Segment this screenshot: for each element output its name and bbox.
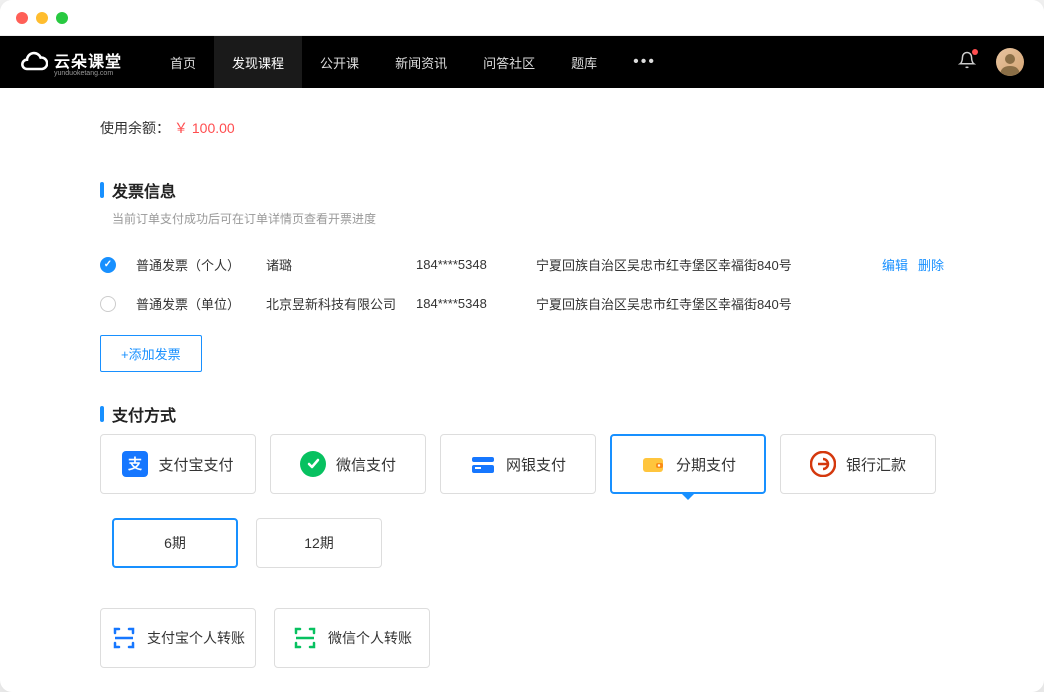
payment-option[interactable]: 支支付宝支付	[100, 434, 256, 494]
notification-bell[interactable]	[958, 51, 976, 74]
balance-value: ￥ 100.00	[174, 118, 235, 138]
payment-label: 微信支付	[336, 454, 396, 475]
payment-label: 银行汇款	[846, 454, 906, 475]
invoice-row: 普通发票（单位） 北京昱新科技有限公司 184****5348 宁夏回族自治区吴…	[100, 284, 944, 323]
payment-section: 支付方式 支支付宝支付 微信支付 网银支付 分期支付 银行汇款 6期 12期 支付宝个人转…	[100, 402, 944, 668]
payment-option[interactable]: 网银支付	[440, 434, 596, 494]
transfer-options: 支付宝个人转账 微信个人转账	[100, 608, 944, 668]
avatar[interactable]	[996, 48, 1024, 76]
header: 云朵课堂 yunduoketang.com 首页发现课程公开课新闻资讯问答社区题…	[0, 36, 1044, 88]
transfer-option[interactable]: 支付宝个人转账	[100, 608, 256, 668]
transfer-label: 支付宝个人转账	[147, 628, 245, 648]
transfer-option[interactable]: 微信个人转账	[274, 608, 430, 668]
term-option[interactable]: 12期	[256, 518, 382, 568]
invoice-radio[interactable]	[100, 257, 116, 273]
balance-row: 使用余额： ￥ 100.00	[100, 118, 944, 138]
bank-icon	[470, 451, 496, 477]
logo[interactable]: 云朵课堂 yunduoketang.com	[20, 48, 122, 77]
invoice-address: 宁夏回族自治区吴忠市红寺堡区幸福街840号	[536, 294, 944, 313]
payment-option[interactable]: 微信支付	[270, 434, 426, 494]
svg-text:支: 支	[127, 456, 143, 472]
logo-subtitle: yunduoketang.com	[54, 70, 122, 77]
avatar-icon	[996, 48, 1024, 76]
nav-more[interactable]: •••	[615, 53, 674, 71]
notification-dot	[972, 49, 978, 55]
invoice-edit[interactable]: 编辑	[882, 255, 908, 274]
bankwire-icon	[810, 451, 836, 477]
content: 使用余额： ￥ 100.00 发票信息 当前订单支付成功后可在订单详情页查看开票…	[0, 88, 1044, 692]
invoice-delete[interactable]: 删除	[918, 255, 944, 274]
window-minimize[interactable]	[36, 12, 48, 24]
nav-item[interactable]: 问答社区	[465, 36, 553, 88]
nav-item[interactable]: 首页	[152, 36, 214, 88]
payment-option[interactable]: 银行汇款	[780, 434, 936, 494]
invoice-name: 诸璐	[266, 255, 396, 274]
wallet-icon	[640, 451, 666, 477]
invoice-phone: 184****5348	[416, 257, 516, 272]
invoice-radio[interactable]	[100, 296, 116, 312]
nav: 首页发现课程公开课新闻资讯问答社区题库	[152, 36, 615, 88]
nav-item[interactable]: 新闻资讯	[377, 36, 465, 88]
payment-label: 支付宝支付	[158, 454, 233, 475]
titlebar	[0, 0, 1044, 36]
invoice-title: 发票信息	[100, 178, 944, 202]
invoice-name: 北京昱新科技有限公司	[266, 294, 396, 313]
logo-text: 云朵课堂	[54, 48, 122, 72]
wechat-icon	[300, 451, 326, 477]
invoice-phone: 184****5348	[416, 296, 516, 311]
invoice-type: 普通发票（个人）	[136, 255, 246, 274]
invoice-address: 宁夏回族自治区吴忠市红寺堡区幸福街840号	[536, 255, 862, 274]
payment-label: 网银支付	[506, 454, 566, 475]
term-option[interactable]: 6期	[112, 518, 238, 568]
invoice-subtitle: 当前订单支付成功后可在订单详情页查看开票进度	[112, 210, 944, 227]
window-close[interactable]	[16, 12, 28, 24]
transfer-label: 微信个人转账	[328, 628, 412, 648]
invoice-type: 普通发票（单位）	[136, 294, 246, 313]
nav-item[interactable]: 公开课	[302, 36, 377, 88]
payment-option[interactable]: 分期支付	[610, 434, 766, 494]
app-window: 云朵课堂 yunduoketang.com 首页发现课程公开课新闻资讯问答社区题…	[0, 0, 1044, 692]
scan-icon	[292, 625, 318, 651]
payment-options: 支支付宝支付 微信支付 网银支付 分期支付 银行汇款	[100, 434, 944, 494]
cloud-icon	[20, 48, 48, 76]
invoice-section: 发票信息 当前订单支付成功后可在订单详情页查看开票进度 普通发票（个人） 诸璐 …	[100, 178, 944, 372]
installment-terms: 6期 12期	[112, 518, 944, 568]
add-invoice-button[interactable]: +添加发票	[100, 335, 202, 372]
nav-item[interactable]: 发现课程	[214, 36, 302, 88]
invoice-row: 普通发票（个人） 诸璐 184****5348 宁夏回族自治区吴忠市红寺堡区幸福…	[100, 245, 944, 284]
payment-label: 分期支付	[676, 454, 736, 475]
alipay-icon: 支	[122, 451, 148, 477]
balance-label: 使用余额：	[100, 118, 170, 138]
invoice-list: 普通发票（个人） 诸璐 184****5348 宁夏回族自治区吴忠市红寺堡区幸福…	[100, 245, 944, 323]
window-maximize[interactable]	[56, 12, 68, 24]
scan-icon	[111, 625, 137, 651]
payment-title: 支付方式	[100, 402, 944, 426]
nav-item[interactable]: 题库	[553, 36, 615, 88]
